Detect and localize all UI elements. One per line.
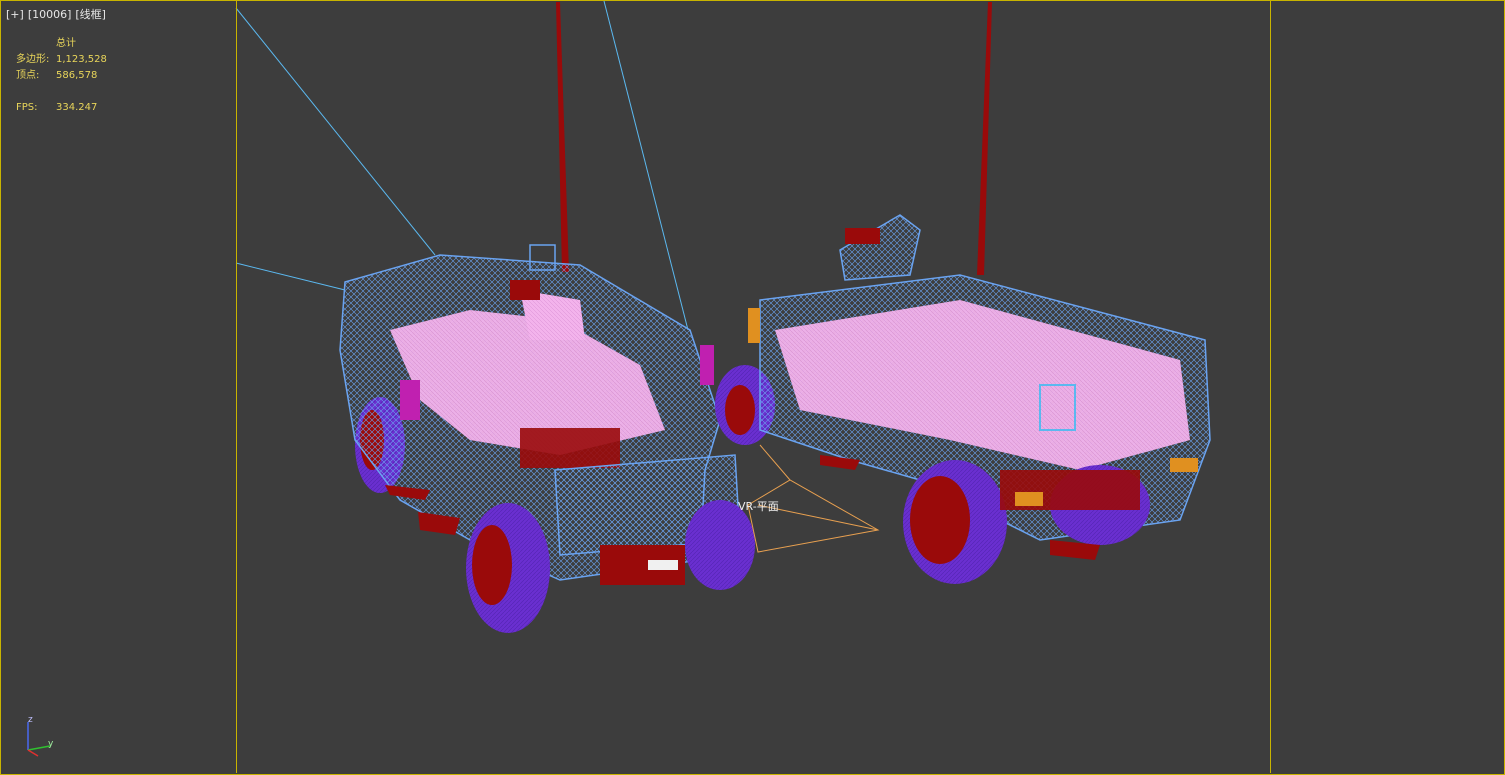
antennas — [556, 2, 992, 275]
axis-z-label: z — [28, 715, 33, 725]
vr-plane-label: VR-平面 — [738, 500, 779, 513]
viewport-shading-menu[interactable]: [线框] — [75, 8, 106, 21]
axis-gizmo-icon: z y — [27, 715, 54, 757]
polygons-value: 1,123,528 — [56, 54, 107, 65]
axis-y-label: y — [48, 739, 54, 749]
armored-vehicle-front[interactable] — [339, 244, 755, 633]
viewport-plus-menu[interactable]: [+] — [6, 8, 24, 21]
viewport-camera-menu[interactable]: [10006] — [28, 8, 72, 21]
vertices-label: 顶点: — [16, 70, 40, 81]
wireframe-viewport[interactable]: [+] [10006] [线框] 总计 多边形: 1,123,528 顶点: 586… — [0, 0, 1505, 775]
stats-header: 总计 — [56, 38, 76, 49]
fps-label: FPS: — [16, 102, 38, 113]
scene-canvas[interactable] — [0, 0, 1505, 775]
viewport-label-menu[interactable]: [+] [10006] [线框] — [6, 6, 110, 22]
fps-value: 334.247 — [56, 102, 98, 113]
scene-statistics: 总计 多边形: 1,123,528 顶点: 586,578 FPS: 334.2… — [16, 36, 107, 116]
armored-vehicle-side[interactable] — [715, 214, 1211, 584]
polygons-label: 多边形: — [16, 54, 50, 65]
vertices-value: 586,578 — [56, 70, 98, 81]
